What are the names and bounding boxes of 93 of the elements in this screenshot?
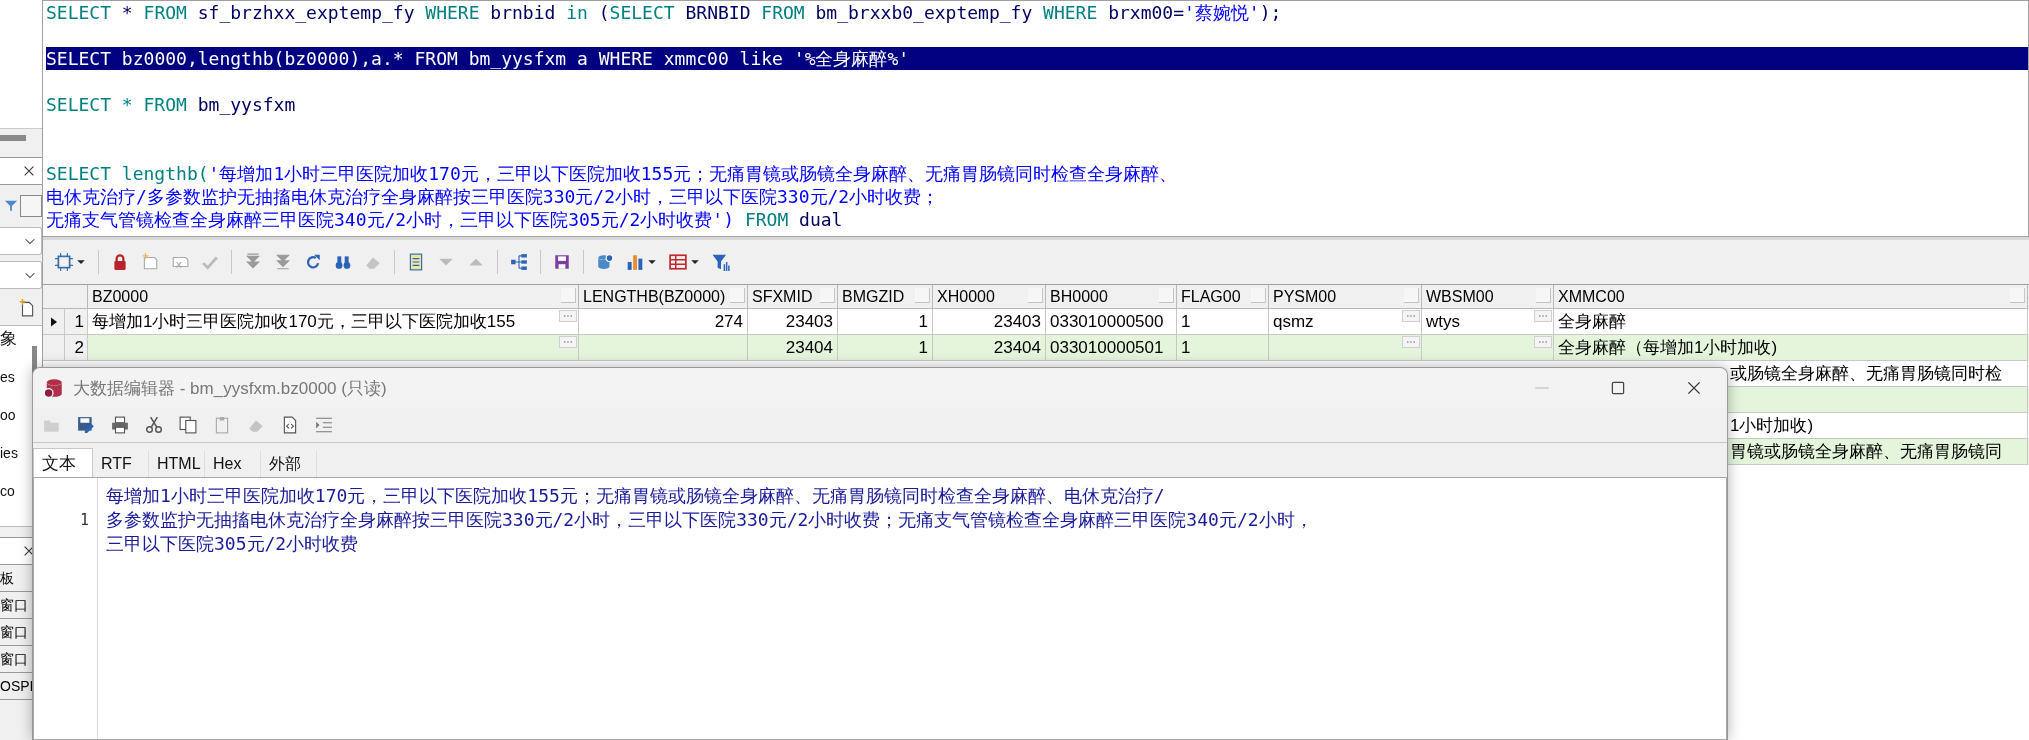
printer-icon[interactable] <box>111 416 129 434</box>
code-line: SELECT lengthb('每增加1小时三甲医院加收170元，三甲以下医院加收155元；无痛胃镜或肠镜全身麻醉、无痛胃肠镜同时检查全身麻醉、 <box>46 162 1178 185</box>
tree-item[interactable]: oo <box>0 402 32 440</box>
table-cell: 23403 <box>785 311 833 332</box>
table-cell-text: 033010000500 <box>1050 311 1165 332</box>
column-header[interactable]: PYSM00 <box>1273 287 1337 306</box>
table-cell-text: 每增加1小时三甲医院加收170元，三甲以下医院加收155 <box>92 311 517 333</box>
ellipsis-button[interactable] <box>1534 310 1552 322</box>
column-menu-button[interactable] <box>2010 288 2025 303</box>
column-header[interactable]: BH0000 <box>1050 287 1108 306</box>
close-icon[interactable] <box>1685 379 1703 397</box>
ellipsis-button[interactable] <box>559 336 577 348</box>
refresh-icon[interactable] <box>304 253 322 271</box>
table-cell: 23403 <box>993 311 1041 332</box>
code-line: SELECT * FROM sf_brzhxx_exptemp_fy WHERE brnbid in (SELECT BRNBID FROM bm_brxxb0_exptemp_fy WHERE brxm00='蔡婉悦'); <box>46 1 1282 24</box>
column-header[interactable]: WBSM00 <box>1426 287 1494 306</box>
text-area[interactable]: 1 每增加1小时三甲医院加收170元，三甲以下医院加收155元；无痛胃镜或肠镜全身麻醉、无痛胃肠镜同时检查全身麻醉、电休克治疗/ 多参数监护无抽搐电休克治疗全身麻醉按三甲医院330元/2小时，三甲以下医院330元/2小时收费；无痛支气管镜检查全身麻醉三甲医院340元/2小时， 三甲以下医院305元/2小时收费 <box>33 477 1727 740</box>
text-line: 多参数监护无抽搐电休克治疗全身麻醉按三甲医院330元/2小时，三甲以下医院330元/2小时收费；无痛支气管镜检查全身麻醉三甲医院340元/2小时， <box>106 508 1313 532</box>
text-line: 每增加1小时三甲医院加收170元，三甲以下医院加收155元；无痛胃镜或肠镜全身麻醉、无痛胃肠镜同时检查全身麻醉、电休克治疗/ <box>106 484 1166 508</box>
table-cell-text: 1 <box>1181 311 1192 332</box>
column-header[interactable]: BZ0000 <box>92 287 149 306</box>
text-line: 三甲以下医院305元/2小时收费 <box>106 532 360 556</box>
dropdown[interactable] <box>0 227 42 255</box>
database-gear-icon <box>43 378 63 398</box>
row-number: 1 <box>74 311 84 332</box>
column-menu-button[interactable] <box>1159 288 1174 303</box>
save-icon[interactable] <box>77 416 95 434</box>
table-cell-text: 1 <box>1181 337 1192 358</box>
line-number: 1 <box>79 511 89 529</box>
table-cell-text: wtys <box>1426 311 1461 332</box>
table-cell: 23404 <box>993 337 1041 358</box>
table-cell-text: 033010000501 <box>1050 337 1165 358</box>
column-menu-button[interactable] <box>820 288 835 303</box>
grid-select-icon[interactable] <box>55 253 73 271</box>
database-icon[interactable] <box>596 253 614 271</box>
lock-icon[interactable] <box>111 253 129 271</box>
indent-icon[interactable] <box>315 416 333 434</box>
filter-icon[interactable] <box>712 253 730 271</box>
dropdown[interactable] <box>0 261 42 289</box>
tab[interactable]: 文本 <box>33 448 93 477</box>
column-header[interactable]: XH0000 <box>937 287 995 306</box>
square-button[interactable] <box>20 195 42 217</box>
column-header[interactable]: XMMC00 <box>1558 287 1625 306</box>
code-line: 电休克治疗/多参数监护无抽搐电休克治疗全身麻醉按三甲医院330元/2小时，三甲以下医院330元/2小时收费； <box>46 185 940 208</box>
table-icon[interactable] <box>669 253 687 271</box>
column-menu-button[interactable] <box>1536 288 1551 303</box>
scissors-icon[interactable] <box>145 416 163 434</box>
column-menu-button[interactable] <box>1251 288 1266 303</box>
tree-item[interactable]: es <box>0 364 32 402</box>
hierarchy-icon[interactable] <box>510 253 528 271</box>
table-cell-text: 胃镜或肠镜全身麻醉、无痛胃肠镜同 <box>1730 441 2003 463</box>
double-arrow-down-icon[interactable] <box>274 253 292 271</box>
tree-item[interactable]: co <box>0 478 32 516</box>
sql-editor[interactable] <box>43 0 2029 237</box>
table-cell: 274 <box>714 311 743 332</box>
code-file-icon[interactable] <box>281 416 299 434</box>
column-menu-button[interactable] <box>561 288 576 303</box>
scrollbar-thumb[interactable] <box>0 135 26 141</box>
ellipsis-button[interactable] <box>1402 310 1420 322</box>
table-cell: 1 <box>918 311 928 332</box>
table-cell: 23404 <box>785 337 833 358</box>
funnel-icon[interactable] <box>4 199 18 213</box>
window-title: 大数据编辑器 - bm_yysfxm.bz0000 (只读) <box>73 377 387 400</box>
tree-item[interactable]: ies <box>0 440 32 478</box>
new-file-icon[interactable] <box>18 299 36 317</box>
row-number: 2 <box>74 337 84 358</box>
bar-chart-icon[interactable] <box>626 253 644 271</box>
new-record-icon[interactable] <box>141 253 159 271</box>
table-cell-text: 全身麻醉（每增加1小时加收) <box>1558 337 1779 359</box>
save-icon[interactable] <box>553 253 571 271</box>
column-menu-button[interactable] <box>730 288 745 303</box>
maximize-icon[interactable] <box>1609 379 1627 397</box>
ellipsis-button[interactable] <box>1534 336 1552 348</box>
table-row[interactable]: 2 23404 1 23404 033010000501 1 全身麻醉（每增加1小时加收) <box>43 335 2029 361</box>
table-cell: 1 <box>918 337 928 358</box>
ellipsis-button[interactable] <box>559 310 577 322</box>
ellipsis-button[interactable] <box>1402 336 1420 348</box>
column-menu-button[interactable] <box>915 288 930 303</box>
form-icon[interactable] <box>407 253 425 271</box>
code-line: SELECT * FROM bm_yysfxm <box>46 93 296 116</box>
close-icon[interactable] <box>22 164 36 178</box>
table-cell-text: 或肠镜全身麻醉、无痛胃肠镜同时检 <box>1730 363 2003 385</box>
binoculars-icon[interactable] <box>334 253 352 271</box>
table-cell-text: qsmz <box>1273 311 1315 332</box>
double-arrow-down-icon[interactable] <box>244 253 262 271</box>
table-cell-text: 全身麻醉 <box>1558 311 1627 333</box>
column-menu-button[interactable] <box>1028 288 1043 303</box>
copy-icon[interactable] <box>179 416 197 434</box>
tree-item[interactable]: 象 <box>0 326 32 364</box>
table-cell-text: 1小时加收) <box>1730 415 1815 437</box>
code-line: 无痛支气管镜检查全身麻醉三甲医院340元/2小时，三甲以下医院305元/2小时收费') FROM dual <box>46 208 843 231</box>
column-menu-button[interactable] <box>1404 288 1419 303</box>
clipboard-icon[interactable] <box>213 416 231 434</box>
